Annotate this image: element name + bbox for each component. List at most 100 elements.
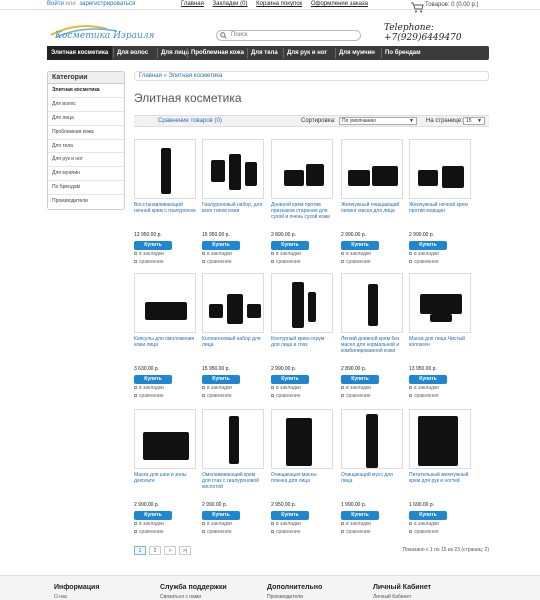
footer-link[interactable]: Связаться с нами <box>160 594 227 600</box>
buy-button[interactable]: Купить <box>202 511 240 520</box>
footer-link[interactable]: О нас <box>54 594 99 600</box>
buy-button[interactable]: Купить <box>341 375 379 384</box>
product-image[interactable] <box>271 273 333 333</box>
nav-item-problem-skin[interactable]: Проблемная кожа <box>191 46 244 60</box>
add-to-wishlist-link[interactable]: в закладки <box>271 251 333 258</box>
add-to-wishlist-link[interactable]: в закладки <box>202 521 264 528</box>
buy-button[interactable]: Купить <box>134 511 172 520</box>
add-to-compare-link[interactable]: сравнение <box>341 529 403 536</box>
add-to-compare-link[interactable]: сравнение <box>134 529 196 536</box>
add-to-compare-link[interactable]: сравнение <box>341 393 403 400</box>
add-to-compare-link[interactable]: сравнение <box>202 259 264 266</box>
product-name[interactable]: Коллагеновый набор для лица <box>202 336 264 364</box>
product-image[interactable] <box>202 273 264 333</box>
nav-item-elite[interactable]: Элитная косметика <box>47 46 113 60</box>
buy-button[interactable]: Купить <box>271 241 309 250</box>
cart-icon[interactable] <box>410 2 424 13</box>
top-link-cart[interactable]: Корзина покупок <box>256 1 302 7</box>
product-name[interactable]: Гиалуроновый набор, для всех типов кожи <box>202 202 264 230</box>
add-to-wishlist-link[interactable]: в закладки <box>202 385 264 392</box>
nav-item-face[interactable]: Для лица <box>161 46 189 60</box>
add-to-wishlist-link[interactable]: в закладки <box>409 251 471 258</box>
product-image[interactable] <box>409 273 471 333</box>
add-to-wishlist-link[interactable]: в закладки <box>409 521 471 528</box>
page-1-button[interactable]: 1 <box>134 546 146 555</box>
add-to-compare-link[interactable]: сравнение <box>409 393 471 400</box>
page-2-button[interactable]: 2 <box>149 546 161 555</box>
product-image[interactable] <box>271 409 333 469</box>
add-to-compare-link[interactable]: сравнение <box>271 529 333 536</box>
next-page-button[interactable]: > <box>164 546 176 555</box>
buy-button[interactable]: Купить <box>271 511 309 520</box>
buy-button[interactable]: Купить <box>409 511 447 520</box>
sidebar-item-problem-skin[interactable]: Проблемная кожа <box>48 126 124 140</box>
add-to-wishlist-link[interactable]: в закладки <box>271 521 333 528</box>
add-to-compare-link[interactable]: сравнение <box>409 259 471 266</box>
breadcrumb-current[interactable]: Элитная косметика <box>169 73 223 79</box>
sidebar-item-body[interactable]: Для тела <box>48 140 124 154</box>
buy-button[interactable]: Купить <box>271 375 309 384</box>
product-image[interactable] <box>271 139 333 199</box>
add-to-wishlist-link[interactable]: в закладки <box>341 521 403 528</box>
add-to-compare-link[interactable]: сравнение <box>134 393 196 400</box>
top-link-home[interactable]: Главная <box>181 1 204 7</box>
product-image[interactable] <box>409 139 471 199</box>
sort-select[interactable]: По умолчанию ▼ <box>339 117 417 125</box>
buy-button[interactable]: Купить <box>409 375 447 384</box>
product-image[interactable] <box>341 273 403 333</box>
register-link[interactable]: зарегистрироваться <box>79 1 135 7</box>
buy-button[interactable]: Купить <box>409 241 447 250</box>
product-name[interactable]: Дневной крем против признаков старения д… <box>271 202 333 230</box>
top-link-checkout[interactable]: Оформление заказа <box>311 1 368 7</box>
nav-item-hands-feet[interactable]: Для рук и ног <box>287 46 327 60</box>
sidebar-item-brands[interactable]: По брендам <box>48 181 124 196</box>
sidebar-item-hands-feet[interactable]: Для рук и ног <box>48 153 124 168</box>
product-image[interactable] <box>341 139 403 199</box>
nav-item-brands[interactable]: По брендам <box>385 46 421 60</box>
product-image[interactable] <box>202 139 264 199</box>
add-to-wishlist-link[interactable]: в закладки <box>341 385 403 392</box>
compare-link[interactable]: Сравнение товаров (0) <box>158 116 222 127</box>
logo[interactable]: Косметика Израиля <box>47 17 155 47</box>
buy-button[interactable]: Купить <box>341 511 379 520</box>
sidebar-item-face[interactable]: Для лица <box>48 112 124 126</box>
product-name[interactable]: Контурный крем-серум для лица и глаз <box>271 336 333 364</box>
breadcrumb-home[interactable]: Главная <box>139 73 162 79</box>
product-name[interactable]: Омолаживающий крем для глаз с гиалуронов… <box>202 472 264 500</box>
login-link[interactable]: Войти <box>47 1 64 7</box>
search-icon[interactable] <box>220 32 227 39</box>
footer-link[interactable]: Производители <box>267 594 322 600</box>
add-to-wishlist-link[interactable]: в закладки <box>409 385 471 392</box>
limit-select[interactable]: 15 ▼ <box>463 117 485 125</box>
product-name[interactable]: Капсулы для омоложения кожи лица <box>134 336 196 364</box>
product-name[interactable]: Маска для лица Чистый коллаген <box>409 336 471 364</box>
add-to-wishlist-link[interactable]: в закладки <box>134 385 196 392</box>
product-image[interactable] <box>134 409 196 469</box>
buy-button[interactable]: Купить <box>202 241 240 250</box>
add-to-wishlist-link[interactable]: в закладки <box>134 251 196 258</box>
product-image[interactable] <box>134 139 196 199</box>
product-name[interactable]: Маска для шеи и зоны декольте <box>134 472 196 500</box>
product-image[interactable] <box>134 273 196 333</box>
product-name[interactable]: Легкий дневной крем без масел для нормал… <box>341 336 403 364</box>
product-image[interactable] <box>341 409 403 469</box>
add-to-compare-link[interactable]: сравнение <box>341 259 403 266</box>
product-image[interactable] <box>409 409 471 469</box>
buy-button[interactable]: Купить <box>341 241 379 250</box>
product-name[interactable]: Питательный жемчужный крем для рук и ног… <box>409 472 471 500</box>
add-to-compare-link[interactable]: сравнение <box>271 259 333 266</box>
search-input[interactable]: Поиск <box>216 30 361 41</box>
add-to-compare-link[interactable]: сравнение <box>409 529 471 536</box>
sidebar-item-elite[interactable]: Элитная косметика <box>48 84 124 98</box>
sidebar-item-men[interactable]: Для мужчин <box>48 167 124 182</box>
cart-summary[interactable]: Товаров: 0 (0.00 р.) <box>425 2 479 8</box>
product-image[interactable] <box>202 409 264 469</box>
product-name[interactable]: Восстанавливающий ночной крем с гиалурон… <box>134 202 196 230</box>
add-to-wishlist-link[interactable]: в закладки <box>271 385 333 392</box>
nav-item-body[interactable]: Для тела <box>251 46 278 60</box>
nav-item-men[interactable]: Для мужчин <box>339 46 375 60</box>
top-link-wishlist[interactable]: Закладки (0) <box>213 1 248 7</box>
add-to-compare-link[interactable]: сравнение <box>202 393 264 400</box>
sidebar-item-hair[interactable]: Для волос <box>48 98 124 112</box>
buy-button[interactable]: Купить <box>134 375 172 384</box>
